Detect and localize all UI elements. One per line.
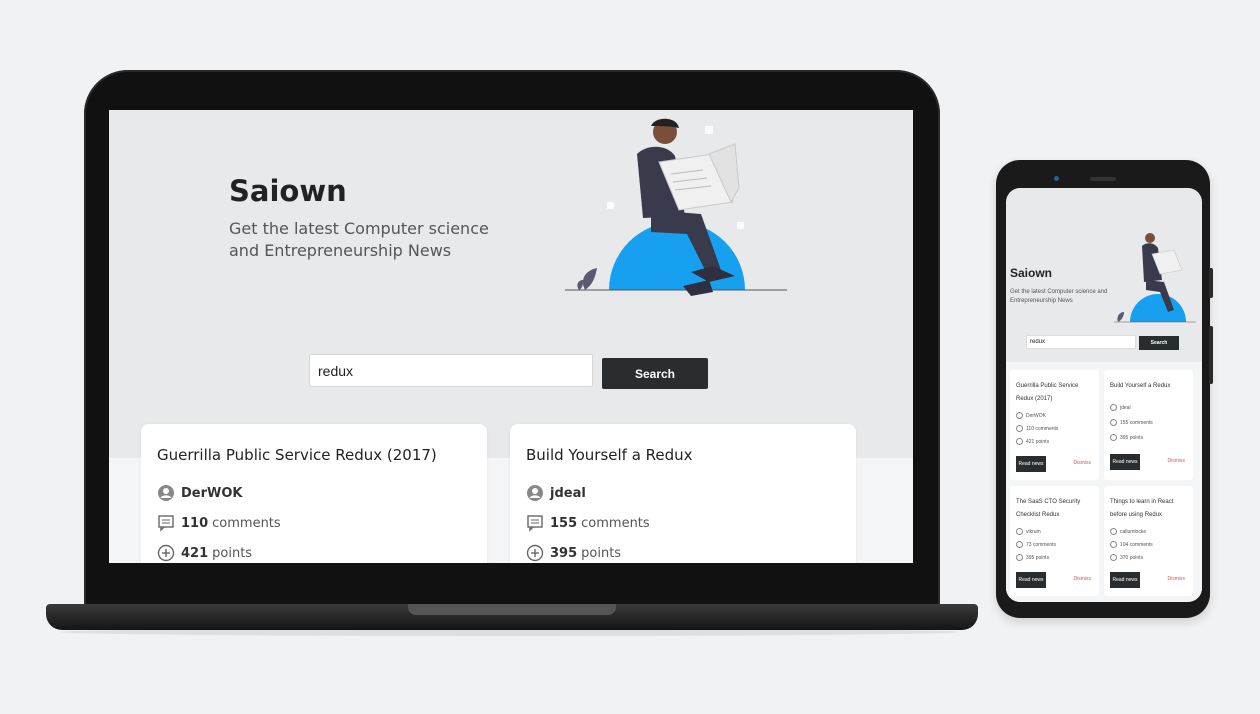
points-label: points [212,545,253,561]
dismiss-link[interactable]: Dismiss [1074,460,1092,466]
points-count: 395 [550,545,578,561]
points-row: 395 points [526,544,621,562]
author-name: vikrum [1026,528,1041,535]
read-news-button[interactable]: Read news [1016,456,1046,472]
plus-circle-icon [526,544,544,562]
comments-row: 155 comments [526,514,650,532]
read-news-button[interactable]: Read news [1016,572,1046,588]
comments-row: 155 comments [1110,419,1153,426]
phone-news-card-title[interactable]: The SaaS CTO Security Checklist Redux [1016,496,1096,522]
phone-news-card: Build Yourself a Redux jdeal 155 comment… [1104,370,1193,480]
phone-news-card: The SaaS CTO Security Checklist Redux vi… [1010,486,1099,596]
read-news-button[interactable]: Read news [1110,454,1140,470]
dismiss-link[interactable]: Dismiss [1168,576,1186,582]
author-row: jdeal [1110,404,1131,411]
plus-circle-icon [1016,554,1023,561]
comments-count: 110 [181,515,209,531]
phone-side-button [1209,268,1213,298]
comments-text: 110 comments [1026,425,1059,432]
comments-icon [527,515,543,532]
phone-news-card: Things to learn in React before using Re… [1104,486,1193,596]
search-button[interactable]: Search [602,358,708,389]
dismiss-link[interactable]: Dismiss [1168,458,1186,464]
comments-row: 104 comments [1110,541,1153,548]
points-text: 395 points [1120,434,1144,441]
phone-news-card-title[interactable]: Guerrilla Public Service Redux (2017) [1016,380,1096,406]
points-row: 421 points [157,544,252,562]
user-icon [1016,528,1023,535]
comments-icon [1016,425,1023,432]
phone-app-title: Saiown [1010,266,1053,280]
news-card-title[interactable]: Build Yourself a Redux [526,446,693,464]
comments-text: 155 comments [1120,419,1153,426]
app-title: Saiown [229,174,347,208]
phone-news-card: Guerrilla Public Service Redux (2017) De… [1010,370,1099,480]
dismiss-link[interactable]: Dismiss [1074,576,1092,582]
plus-circle-icon [1016,438,1023,445]
author-name: DerWOK [1026,412,1046,419]
points-label: points [581,545,622,561]
comments-icon [1110,541,1117,548]
phone-speaker [1090,177,1116,181]
hero-section: Saiown Get the latest Computer science a… [109,110,913,458]
points-text: 395 points [1026,554,1050,561]
phone-news-card-title[interactable]: Build Yourself a Redux [1110,380,1190,393]
points-row: 421 points [1016,438,1049,445]
comments-icon [1110,419,1117,426]
author-row: vikrum [1016,528,1041,535]
search-input[interactable] [309,354,593,387]
app-subtitle: Get the latest Computer science and Entr… [229,219,489,260]
author-row: jdeal [526,484,590,502]
user-icon [527,485,543,501]
author-name: jdeal [1120,404,1131,411]
author-row: DerWOK [157,484,246,502]
points-row: 370 points [1110,554,1143,561]
comments-label: comments [581,515,650,531]
phone-search-input[interactable] [1026,335,1136,349]
points-row: 395 points [1016,554,1049,561]
phone-search-button[interactable]: Search [1139,336,1179,350]
points-text: 370 points [1120,554,1144,561]
phone-camera [1054,176,1059,181]
laptop-hinge [408,604,616,615]
comments-text: 104 comments [1120,541,1153,548]
comments-label: comments [212,515,281,531]
read-news-button[interactable]: Read news [1110,572,1140,588]
phone-app-subtitle: Get the latest Computer science and Entr… [1010,289,1108,304]
author-row: callumlocke [1110,528,1146,535]
phone-news-card-title[interactable]: Things to learn in React before using Re… [1110,496,1190,522]
phone-reading-news-illustration [1114,233,1196,323]
points-text: 421 points [1026,438,1050,445]
phone-volume-button [1209,326,1213,384]
comments-row: 110 comments [157,514,281,532]
comments-icon [158,515,174,532]
news-card: Build Yourself a Redux jdeal 155 comment… [510,424,856,563]
comments-text: 73 comments [1026,541,1057,548]
laptop-shadow [60,628,960,636]
phone-screen: Saiown Get the latest Computer science a… [1006,188,1202,602]
author-name: callumlocke [1120,528,1147,535]
user-icon [1110,404,1117,411]
points-row: 395 points [1110,434,1143,441]
comments-row: 73 comments [1016,541,1056,548]
user-icon [158,485,174,501]
news-card: Guerrilla Public Service Redux (2017) De… [141,424,487,563]
author-row: DerWOK [1016,412,1046,419]
comments-icon [1016,541,1023,548]
comments-row: 110 comments [1016,425,1058,432]
news-card-title[interactable]: Guerrilla Public Service Redux (2017) [157,446,437,464]
plus-circle-icon [1110,434,1117,441]
user-icon [1016,412,1023,419]
author-name: jdeal [550,485,586,501]
user-icon [1110,528,1117,535]
laptop-screen: Saiown Get the latest Computer science a… [109,110,913,563]
reading-news-illustration [565,118,787,296]
plus-circle-icon [1110,554,1117,561]
plus-circle-icon [157,544,175,562]
comments-count: 155 [550,515,578,531]
points-count: 421 [181,545,209,561]
author-name: DerWOK [181,485,243,501]
